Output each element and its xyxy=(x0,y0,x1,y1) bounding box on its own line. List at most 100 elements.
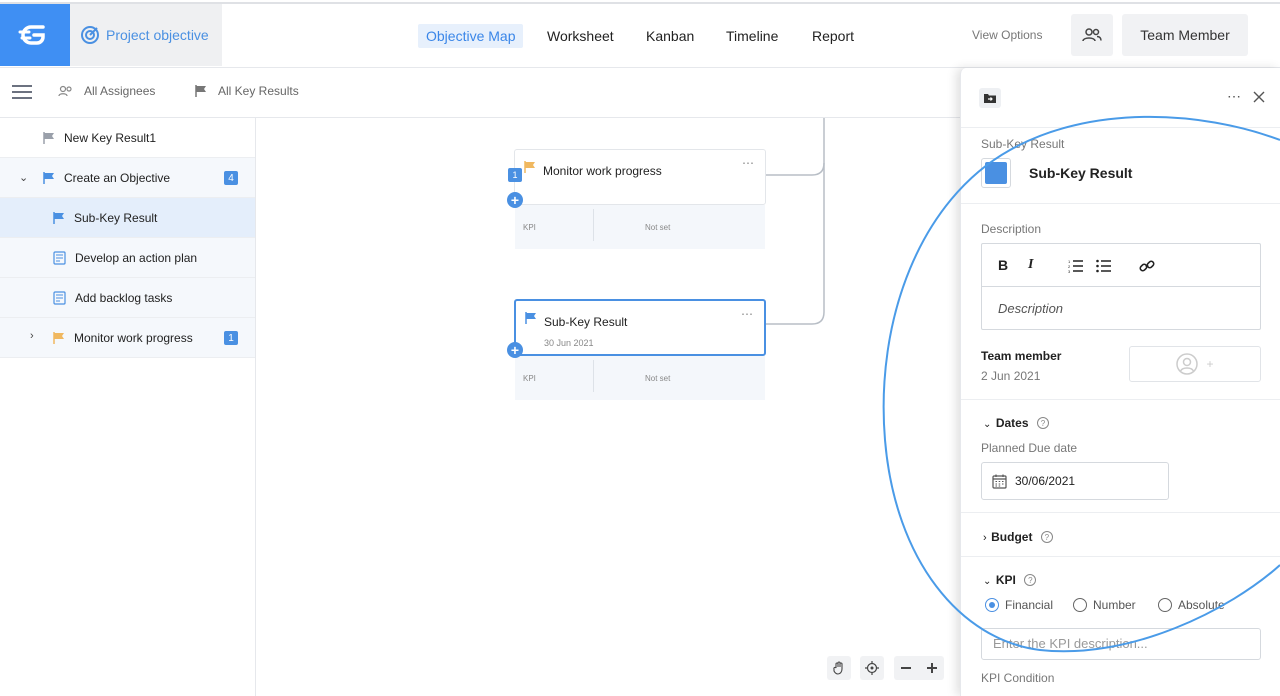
flag-icon xyxy=(525,312,536,324)
radio-button[interactable] xyxy=(1158,598,1172,612)
chevron-down-icon: ⌄ xyxy=(983,576,992,587)
project-selector[interactable]: Project objective xyxy=(70,4,222,66)
zoom-out-icon[interactable] xyxy=(900,662,912,674)
kpi-option-number[interactable]: Number xyxy=(1073,598,1136,612)
pan-tool-button[interactable] xyxy=(827,656,851,680)
top-bar: Project objective Objective Map Workshee… xyxy=(0,0,1280,68)
logo-icon xyxy=(18,25,45,45)
ordered-list-icon[interactable]: 1 2 3 xyxy=(1068,259,1084,273)
tree-item-create-objective[interactable]: ⌄ Create an Objective 4 xyxy=(0,158,255,198)
tree-item-backlog[interactable]: Add backlog tasks xyxy=(0,278,255,318)
italic-icon[interactable]: I xyxy=(1028,257,1033,273)
kpi-divider xyxy=(593,360,594,392)
tree-item-label: Add backlog tasks xyxy=(75,290,173,305)
help-icon[interactable]: ? xyxy=(1024,573,1037,586)
dates-section-toggle[interactable]: ⌄ Dates ? xyxy=(983,414,1049,432)
team-member-button[interactable]: Team Member xyxy=(1122,14,1248,56)
tree-item-label: Create an Objective xyxy=(64,170,171,185)
tree-item-new-key-result[interactable]: New Key Result1 xyxy=(0,118,255,158)
kpi-section-label: KPI xyxy=(995,573,1016,587)
tree-item-label: Develop an action plan xyxy=(75,250,198,265)
link-icon[interactable] xyxy=(1139,258,1155,274)
objective-map-canvas[interactable]: Monitor work progress ⋯ KPI Not set 1 + … xyxy=(256,118,960,696)
editor-toolbar: B I 1 2 3 xyxy=(982,244,1260,287)
view-options-button[interactable]: View Options xyxy=(972,28,1042,42)
node-title: Monitor work progress xyxy=(543,164,662,178)
tab-timeline[interactable]: Timeline xyxy=(726,24,778,48)
more-options-icon[interactable]: ⋯ xyxy=(1227,88,1241,105)
detail-panel: ⋯ Sub-Key Result Sub-Key Result Descript… xyxy=(960,68,1280,696)
kpi-condition-label: KPI Condition xyxy=(981,671,1055,685)
chevron-down-icon[interactable]: ⌄ xyxy=(19,171,28,184)
node-title: Sub-Key Result xyxy=(544,315,628,329)
app-window: Project objective Objective Map Workshee… xyxy=(0,0,1280,696)
tree-item-action-plan[interactable]: Develop an action plan xyxy=(0,238,255,278)
node-monitor-work-progress[interactable]: Monitor work progress ⋯ xyxy=(514,149,766,205)
planned-due-date-input[interactable]: 30/06/2021 xyxy=(981,462,1169,500)
bullet-list-icon[interactable] xyxy=(1096,259,1112,273)
center-view-button[interactable] xyxy=(860,656,884,680)
kpi-section-toggle[interactable]: ⌄ KPI ? xyxy=(983,571,1037,589)
sidebar-tree: New Key Result1 ⌄ Create an Objective 4 … xyxy=(0,118,256,696)
user-avatar-icon xyxy=(1176,353,1199,375)
kpi-option-absolute[interactable]: Absolute xyxy=(1158,598,1225,612)
assign-member-button[interactable]: + xyxy=(1129,346,1261,382)
budget-section-toggle[interactable]: › Budget ? xyxy=(983,528,1053,546)
kpi-description-input[interactable]: Enter the KPI description... xyxy=(981,628,1261,660)
planned-due-label: Planned Due date xyxy=(981,441,1078,455)
assignees-filter[interactable]: All Assignees xyxy=(58,84,155,98)
add-child-icon[interactable]: + xyxy=(507,342,523,358)
plus-icon: + xyxy=(1206,357,1214,371)
child-count-badge: 1 xyxy=(508,168,522,182)
more-icon[interactable]: ⋯ xyxy=(741,307,754,321)
color-picker[interactable] xyxy=(981,158,1011,188)
app-logo[interactable] xyxy=(0,4,70,66)
chevron-right-icon[interactable]: › xyxy=(30,330,34,342)
divider xyxy=(961,399,1280,400)
tab-report[interactable]: Report xyxy=(812,24,854,48)
kpi-option-financial[interactable]: Financial xyxy=(985,598,1053,612)
radio-button[interactable] xyxy=(985,598,999,612)
panel-header: ⋯ xyxy=(961,68,1280,128)
filter-bar: All Assignees All Key Results xyxy=(0,68,960,118)
item-title[interactable]: Sub-Key Result xyxy=(1029,165,1132,181)
key-results-filter[interactable]: All Key Results xyxy=(194,84,299,98)
kpi-value: Not set xyxy=(645,223,671,232)
assignees-icon xyxy=(58,85,72,97)
add-child-icon[interactable]: + xyxy=(507,192,523,208)
help-icon[interactable]: ? xyxy=(1040,530,1053,543)
calendar-icon xyxy=(992,474,1007,489)
folder-move-icon xyxy=(984,94,996,103)
bold-icon[interactable]: B xyxy=(998,257,1008,273)
count-badge: 4 xyxy=(224,171,238,185)
menu-icon[interactable] xyxy=(12,85,32,99)
crosshair-icon xyxy=(865,661,879,675)
tree-item-label: New Key Result1 xyxy=(64,130,157,145)
tab-worksheet[interactable]: Worksheet xyxy=(547,24,614,48)
members-button[interactable] xyxy=(1071,14,1113,56)
kpi-option-label: Financial xyxy=(1005,598,1054,612)
kpi-label: KPI xyxy=(523,223,536,232)
tree-item-sub-key-result[interactable]: Sub-Key Result xyxy=(0,198,255,238)
tree-item-monitor[interactable]: › Monitor work progress 1 xyxy=(0,318,255,358)
node-date: 30 Jun 2021 xyxy=(544,338,594,348)
radio-button[interactable] xyxy=(1073,598,1087,612)
help-icon[interactable]: ? xyxy=(1036,416,1049,429)
tree-item-label: Sub-Key Result xyxy=(74,210,158,225)
tab-objective-map[interactable]: Objective Map xyxy=(418,24,524,48)
flag-icon xyxy=(53,212,64,224)
more-icon[interactable]: ⋯ xyxy=(742,156,755,170)
zoom-in-icon[interactable] xyxy=(926,662,938,674)
move-button[interactable] xyxy=(979,88,1001,108)
tab-kanban[interactable]: Kanban xyxy=(646,24,694,48)
key-results-filter-label: All Key Results xyxy=(218,84,299,98)
description-label: Description xyxy=(981,222,1042,236)
flag-icon xyxy=(195,85,206,97)
count-badge: 1 xyxy=(224,331,238,345)
node-sub-key-result[interactable]: Sub-Key Result 30 Jun 2021 ⋯ xyxy=(514,299,766,356)
task-icon xyxy=(53,251,66,265)
color-swatch xyxy=(985,162,1007,184)
description-input[interactable]: Description xyxy=(998,301,1063,316)
close-icon[interactable] xyxy=(1253,91,1265,103)
budget-label: Budget xyxy=(991,530,1033,544)
